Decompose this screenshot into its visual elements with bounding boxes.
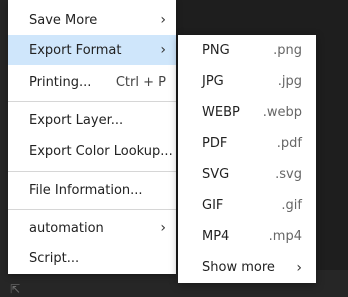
format-extension: .gif xyxy=(281,198,302,213)
format-extension: .svg xyxy=(275,167,302,182)
submenu-item-pdf[interactable]: PDF .pdf xyxy=(178,128,316,159)
menu-separator xyxy=(8,209,176,210)
shortcut-label: Ctrl + P xyxy=(115,74,166,90)
format-extension: .webp xyxy=(262,105,302,120)
menu-item-label: Export Format xyxy=(29,42,122,58)
file-menu: Save More › Export Format › Printing... … xyxy=(8,0,176,274)
menu-item-export-layer[interactable]: Export Layer... xyxy=(8,105,176,135)
format-extension: .mp4 xyxy=(268,229,302,244)
menu-item-label: Save More xyxy=(29,12,98,28)
menu-item-printing[interactable]: Printing... Ctrl + P xyxy=(8,67,176,97)
menu-separator xyxy=(8,171,176,172)
menu-item-label: automation xyxy=(29,220,104,236)
menu-item-label: Export Color Lookup... xyxy=(29,143,173,159)
menu-item-export-color-lookup[interactable]: Export Color Lookup... xyxy=(8,136,176,166)
submenu-item-png[interactable]: PNG .png xyxy=(178,35,316,66)
menu-item-label: Script... xyxy=(29,250,80,266)
show-more-label: Show more xyxy=(202,260,275,275)
menu-item-script[interactable]: Script... xyxy=(8,243,176,273)
app-canvas: ⇱ Save More › Export Format › Printing..… xyxy=(0,0,348,297)
side-panel-edge xyxy=(0,0,8,297)
format-extension: .jpg xyxy=(277,74,302,89)
submenu-item-jpg[interactable]: JPG .jpg xyxy=(178,66,316,97)
menu-item-automation[interactable]: automation › xyxy=(8,213,176,243)
chevron-right-icon: › xyxy=(160,220,166,236)
format-label: JPG xyxy=(202,74,224,89)
export-format-submenu: PNG .png JPG .jpg WEBP .webp PDF .pdf SV… xyxy=(178,35,316,283)
format-extension: .png xyxy=(273,43,302,58)
format-extension: .pdf xyxy=(276,136,302,151)
format-label: WEBP xyxy=(202,105,240,120)
submenu-item-svg[interactable]: SVG .svg xyxy=(178,159,316,190)
submenu-item-webp[interactable]: WEBP .webp xyxy=(178,97,316,128)
chevron-right-icon: › xyxy=(296,259,302,276)
format-label: GIF xyxy=(202,198,224,213)
menu-item-file-information[interactable]: File Information... xyxy=(8,175,176,205)
format-label: PDF xyxy=(202,136,228,151)
format-label: PNG xyxy=(202,43,230,58)
menu-item-label: Printing... xyxy=(29,74,92,90)
format-label: MP4 xyxy=(202,229,230,244)
resize-corner-icon[interactable]: ⇱ xyxy=(10,283,20,295)
menu-item-export-format[interactable]: Export Format › xyxy=(8,35,176,65)
submenu-item-gif[interactable]: GIF .gif xyxy=(178,190,316,221)
submenu-item-show-more[interactable]: Show more › xyxy=(178,252,316,283)
chevron-right-icon: › xyxy=(160,12,166,28)
menu-item-save-more[interactable]: Save More › xyxy=(8,5,176,35)
menu-item-label: Export Layer... xyxy=(29,112,124,128)
submenu-item-mp4[interactable]: MP4 .mp4 xyxy=(178,221,316,252)
menu-separator xyxy=(8,101,176,102)
menu-item-label: File Information... xyxy=(29,182,143,198)
chevron-right-icon: › xyxy=(160,42,166,58)
format-label: SVG xyxy=(202,167,230,182)
